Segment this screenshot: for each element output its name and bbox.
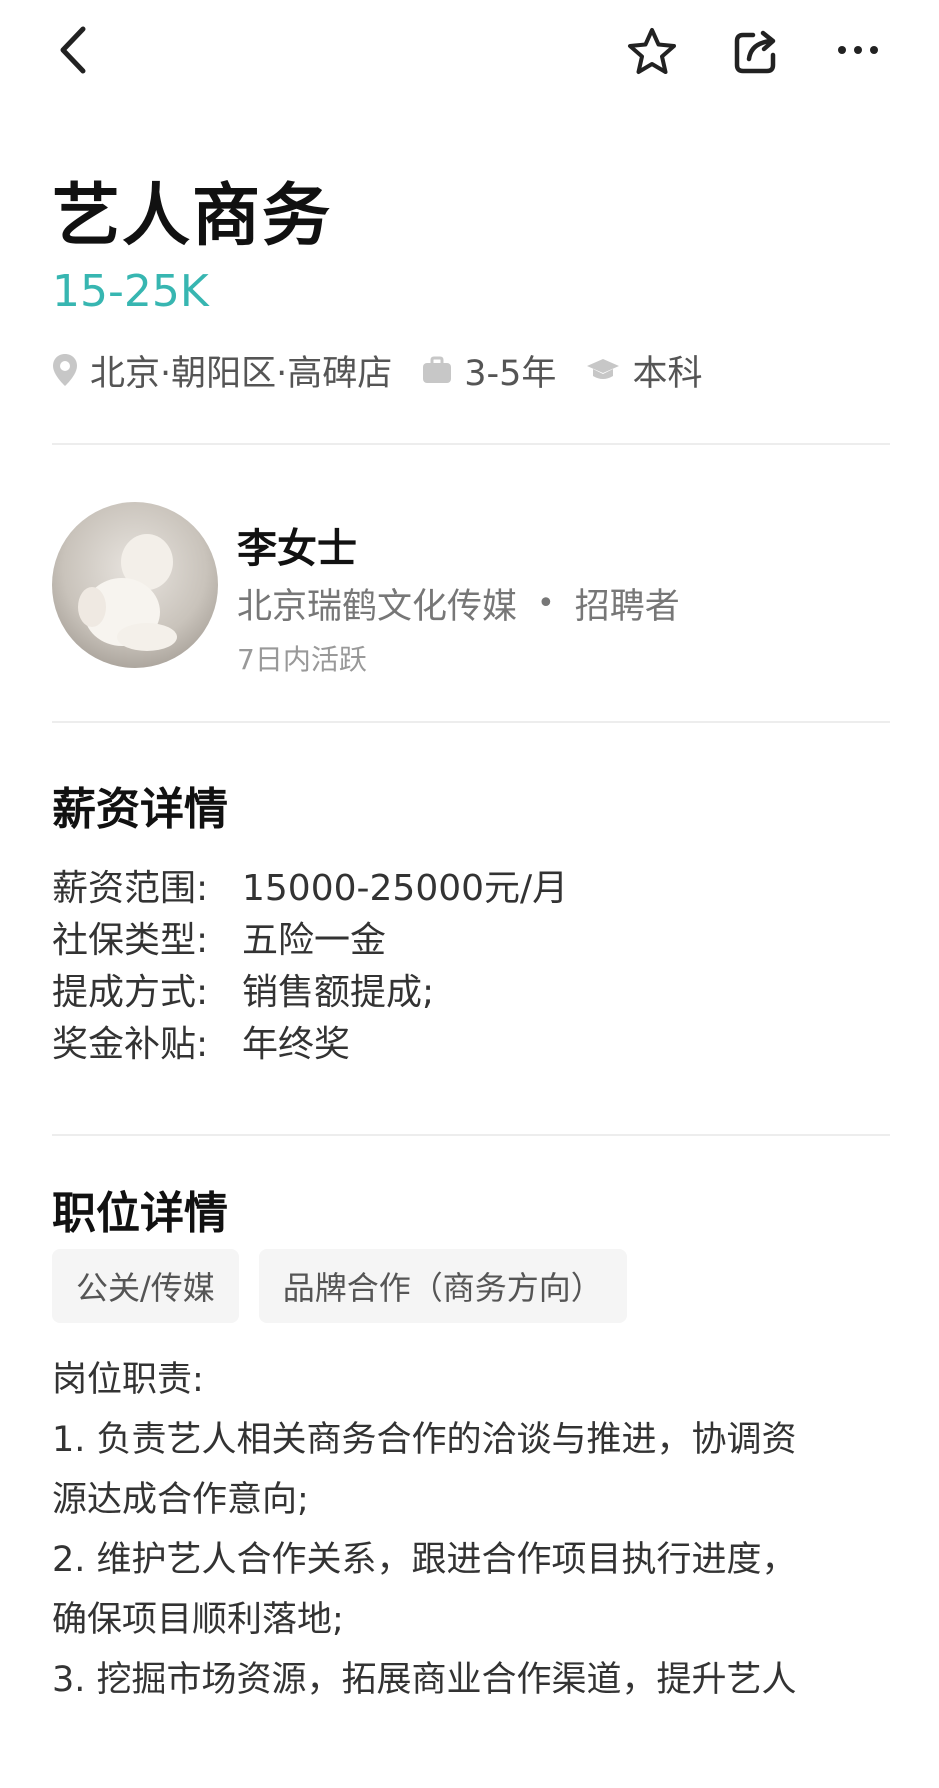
company-name: 北京瑞鹤文化传媒: [237, 587, 518, 627]
separator-dot: •: [537, 586, 555, 621]
activity-status: 7日内活跃: [237, 643, 367, 676]
position-tag[interactable]: 品牌合作（商务方向）: [258, 1249, 627, 1323]
experience-text: 3-5年: [464, 353, 557, 394]
divider: [52, 721, 890, 723]
recruiter-role: 招聘者: [574, 587, 680, 627]
salary-range: 15-25K: [52, 266, 209, 317]
salary-detail-label: 奖金补贴:: [52, 1024, 209, 1065]
graduation-cap-icon: [586, 357, 620, 383]
education-text: 本科: [632, 353, 703, 394]
job-title: 艺人商务: [52, 177, 333, 256]
description-line: 源达成合作意向;: [52, 1480, 309, 1520]
chevron-left-icon[interactable]: [42, 20, 102, 80]
description-line: 3. 挖掘市场资源，拓展商业合作渠道，提升艺人: [52, 1660, 797, 1700]
position-tags: 公关/传媒 品牌合作（商务方向）: [52, 1249, 647, 1323]
salary-details-heading: 薪资详情: [52, 784, 228, 835]
description-line: 岗位职责:: [52, 1360, 204, 1400]
share-icon[interactable]: [724, 20, 788, 84]
salary-detail-row: 社保类型: 五险一金: [52, 911, 386, 963]
recruiter-company-line: 北京瑞鹤文化传媒 • 招聘者: [237, 578, 680, 629]
star-icon[interactable]: [620, 20, 684, 84]
salary-detail-row: 薪资范围: 15000-25000元/月: [52, 859, 568, 911]
description-line: 2. 维护艺人合作关系，跟进合作项目执行进度，: [52, 1540, 797, 1580]
recruiter-name: 李女士: [237, 526, 357, 572]
position-details-heading: 职位详情: [52, 1188, 228, 1239]
salary-detail-value: 销售额提成;: [242, 972, 435, 1013]
briefcase-icon: [422, 356, 452, 384]
salary-detail-value: 15000-25000元/月: [242, 868, 569, 909]
salary-detail-label: 社保类型:: [52, 920, 209, 961]
position-tag[interactable]: 公关/传媒: [52, 1249, 239, 1323]
description-line: 确保项目顺利落地;: [52, 1600, 344, 1640]
location-text: 北京·朝阳区·高碑店: [90, 353, 393, 394]
avatar[interactable]: [52, 502, 218, 668]
salary-detail-label: 薪资范围:: [52, 868, 209, 909]
description-line: 1. 负责艺人相关商务合作的洽谈与推进，协调资: [52, 1420, 797, 1460]
salary-detail-value: 五险一金: [242, 920, 387, 961]
job-description: 岗位职责: 1. 负责艺人相关商务合作的洽谈与推进，协调资 源达成合作意向; 2…: [52, 1350, 892, 1710]
salary-detail-value: 年终奖: [242, 1024, 351, 1065]
salary-detail-label: 提成方式:: [52, 972, 209, 1013]
salary-detail-row: 奖金补贴: 年终奖: [52, 1015, 350, 1067]
divider: [52, 1134, 890, 1136]
divider: [52, 443, 890, 445]
more-icon[interactable]: [826, 22, 890, 78]
job-meta: 北京·朝阳区·高碑店 3-5年 本科: [52, 345, 732, 395]
salary-detail-row: 提成方式: 销售额提成;: [52, 963, 434, 1015]
top-bar: [0, 0, 939, 100]
location-pin-icon: [52, 353, 78, 387]
